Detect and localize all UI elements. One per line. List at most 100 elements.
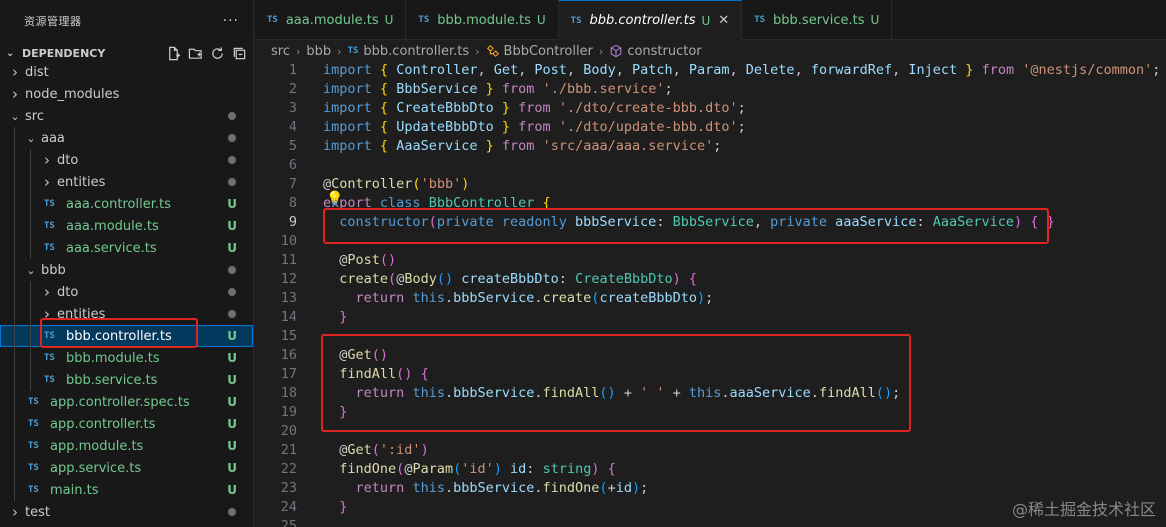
code-token: }	[339, 309, 348, 325]
code-token: './bbb.service'	[542, 81, 665, 97]
code-token: return	[355, 385, 405, 401]
code-token: }	[485, 138, 494, 154]
explorer-sidebar: 资源管理器 ··· ⌄ DEPENDENCY › dist › node_module…	[0, 0, 254, 527]
code-line: 13 return this.bbbService.create(createB…	[255, 289, 1166, 308]
tree-file[interactable]: TS aaa.service.ts U	[0, 237, 253, 259]
indent-guide	[30, 347, 31, 369]
tree-folder[interactable]: ⌄ aaa	[0, 127, 253, 149]
tree-file[interactable]: TS bbb.module.ts U	[0, 347, 253, 369]
tree-folder[interactable]: › entities	[0, 303, 253, 325]
tree-file[interactable]: TS aaa.controller.ts U	[0, 193, 253, 215]
more-actions-icon[interactable]: ···	[223, 13, 239, 29]
chevron-right-icon[interactable]: ›	[8, 85, 22, 103]
file-tree: › dist › node_modules ⌄ src ⌄ aaa › dto › entities T…	[0, 61, 253, 523]
line-number: 1	[288, 62, 297, 78]
tree-file[interactable]: TS app.controller.ts U	[0, 413, 253, 435]
tree-file[interactable]: TS main.ts U	[0, 479, 253, 501]
chevron-right-icon[interactable]: ›	[40, 283, 54, 301]
chevron-right-icon[interactable]: ›	[8, 503, 22, 521]
code-line: 9 constructor(private readonly bbbServic…	[255, 213, 1166, 232]
breadcrumb-method[interactable]: constructor	[627, 44, 701, 59]
indent-guide	[14, 149, 15, 171]
code-token: findOne	[542, 480, 600, 496]
tree-file[interactable]: TS bbb.controller.ts U	[0, 325, 253, 347]
new-file-icon[interactable]	[165, 45, 181, 61]
code-editor[interactable]: 1 import { Controller, Get, Post, Body, P…	[255, 61, 1166, 527]
chevron-down-icon[interactable]: ⌄	[24, 132, 38, 145]
typescript-file-icon: TS	[44, 331, 55, 341]
tree-folder[interactable]: › dist	[0, 61, 253, 83]
typescript-file-icon: TS	[28, 397, 39, 407]
chevron-right-icon[interactable]: ›	[40, 151, 54, 169]
indent-guide	[14, 325, 15, 347]
code-token: }	[339, 499, 348, 515]
tree-file[interactable]: TS aaa.module.ts U	[0, 215, 253, 237]
code-token: Controller	[331, 176, 413, 192]
collapse-all-icon[interactable]	[231, 45, 247, 61]
editor-tab[interactable]: TS bbb.module.ts U	[406, 0, 559, 40]
editor-tab[interactable]: TS aaa.module.ts U	[255, 0, 407, 40]
tree-folder[interactable]: ⌄ src	[0, 105, 253, 127]
modified-dot-icon	[228, 288, 236, 296]
code-line: 8 export class BbbController {	[255, 194, 1166, 213]
chevron-right-icon[interactable]: ›	[40, 305, 54, 323]
code-token: {	[379, 138, 389, 154]
code-token: ;	[892, 385, 901, 401]
breadcrumb-class[interactable]: BbbController	[504, 44, 593, 59]
tree-folder[interactable]: › dto	[0, 149, 253, 171]
tree-item-label: main.ts	[50, 482, 99, 498]
tree-folder[interactable]: › dto	[0, 281, 253, 303]
tree-folder[interactable]: › node_modules	[0, 83, 253, 105]
code-line: 4 import { UpdateBbbDto } from './dto/upd…	[255, 118, 1166, 137]
code-token: class	[379, 195, 421, 211]
tree-file[interactable]: TS app.service.ts U	[0, 457, 253, 479]
tree-file[interactable]: TS app.module.ts U	[0, 435, 253, 457]
indent-guide	[30, 149, 31, 171]
code-token: './dto/create-bbb.dto'	[558, 100, 738, 116]
tree-file[interactable]: TS app.controller.spec.ts U	[0, 391, 253, 413]
close-icon[interactable]: ✕	[718, 13, 729, 28]
code-token: import	[323, 81, 372, 97]
tree-file[interactable]: TS bbb.service.ts U	[0, 369, 253, 391]
breadcrumb-bbb[interactable]: bbb	[306, 44, 331, 59]
breadcrumb-src[interactable]: src	[271, 44, 290, 59]
line-number: 23	[280, 480, 297, 496]
new-folder-icon[interactable]	[187, 45, 203, 61]
tree-folder[interactable]: › entities	[0, 171, 253, 193]
editor-tab[interactable]: TS bbb.service.ts U	[742, 0, 893, 40]
tree-folder[interactable]: ⌄ bbb	[0, 259, 253, 281]
code-token: ,	[615, 62, 632, 78]
code-token: @	[323, 252, 348, 268]
editor-tab[interactable]: TS bbb.controller.ts U ✕	[558, 0, 743, 40]
line-content: import { CreateBbbDto } from './dto/crea…	[297, 99, 746, 118]
modified-dot-icon	[228, 134, 236, 142]
breadcrumb-file[interactable]: bbb.controller.ts	[363, 44, 469, 59]
code-token: .	[534, 385, 543, 401]
refresh-icon[interactable]	[209, 45, 225, 61]
tree-folder[interactable]: › test	[0, 501, 253, 523]
line-content: import { AaaService } from 'src/aaa/aaa.…	[297, 137, 721, 156]
chevron-down-icon: ⌄	[6, 47, 15, 59]
line-content	[297, 517, 323, 527]
chevron-right-icon[interactable]: ›	[8, 63, 22, 81]
chevron-right-icon[interactable]: ›	[40, 173, 54, 191]
code-line: 16 @Get()	[255, 346, 1166, 365]
code-token: Get	[347, 347, 372, 363]
code-token: CreateBbbDto	[575, 271, 673, 287]
lightbulb-icon[interactable]: 💡	[326, 191, 343, 207]
chevron-down-icon[interactable]: ⌄	[24, 264, 38, 277]
code-token: {	[607, 461, 616, 477]
indent-guide	[14, 215, 15, 237]
code-token: ;	[737, 100, 746, 116]
line-number: 4	[288, 119, 297, 135]
code-token: :	[526, 461, 543, 477]
chevron-down-icon[interactable]: ⌄	[8, 110, 22, 123]
